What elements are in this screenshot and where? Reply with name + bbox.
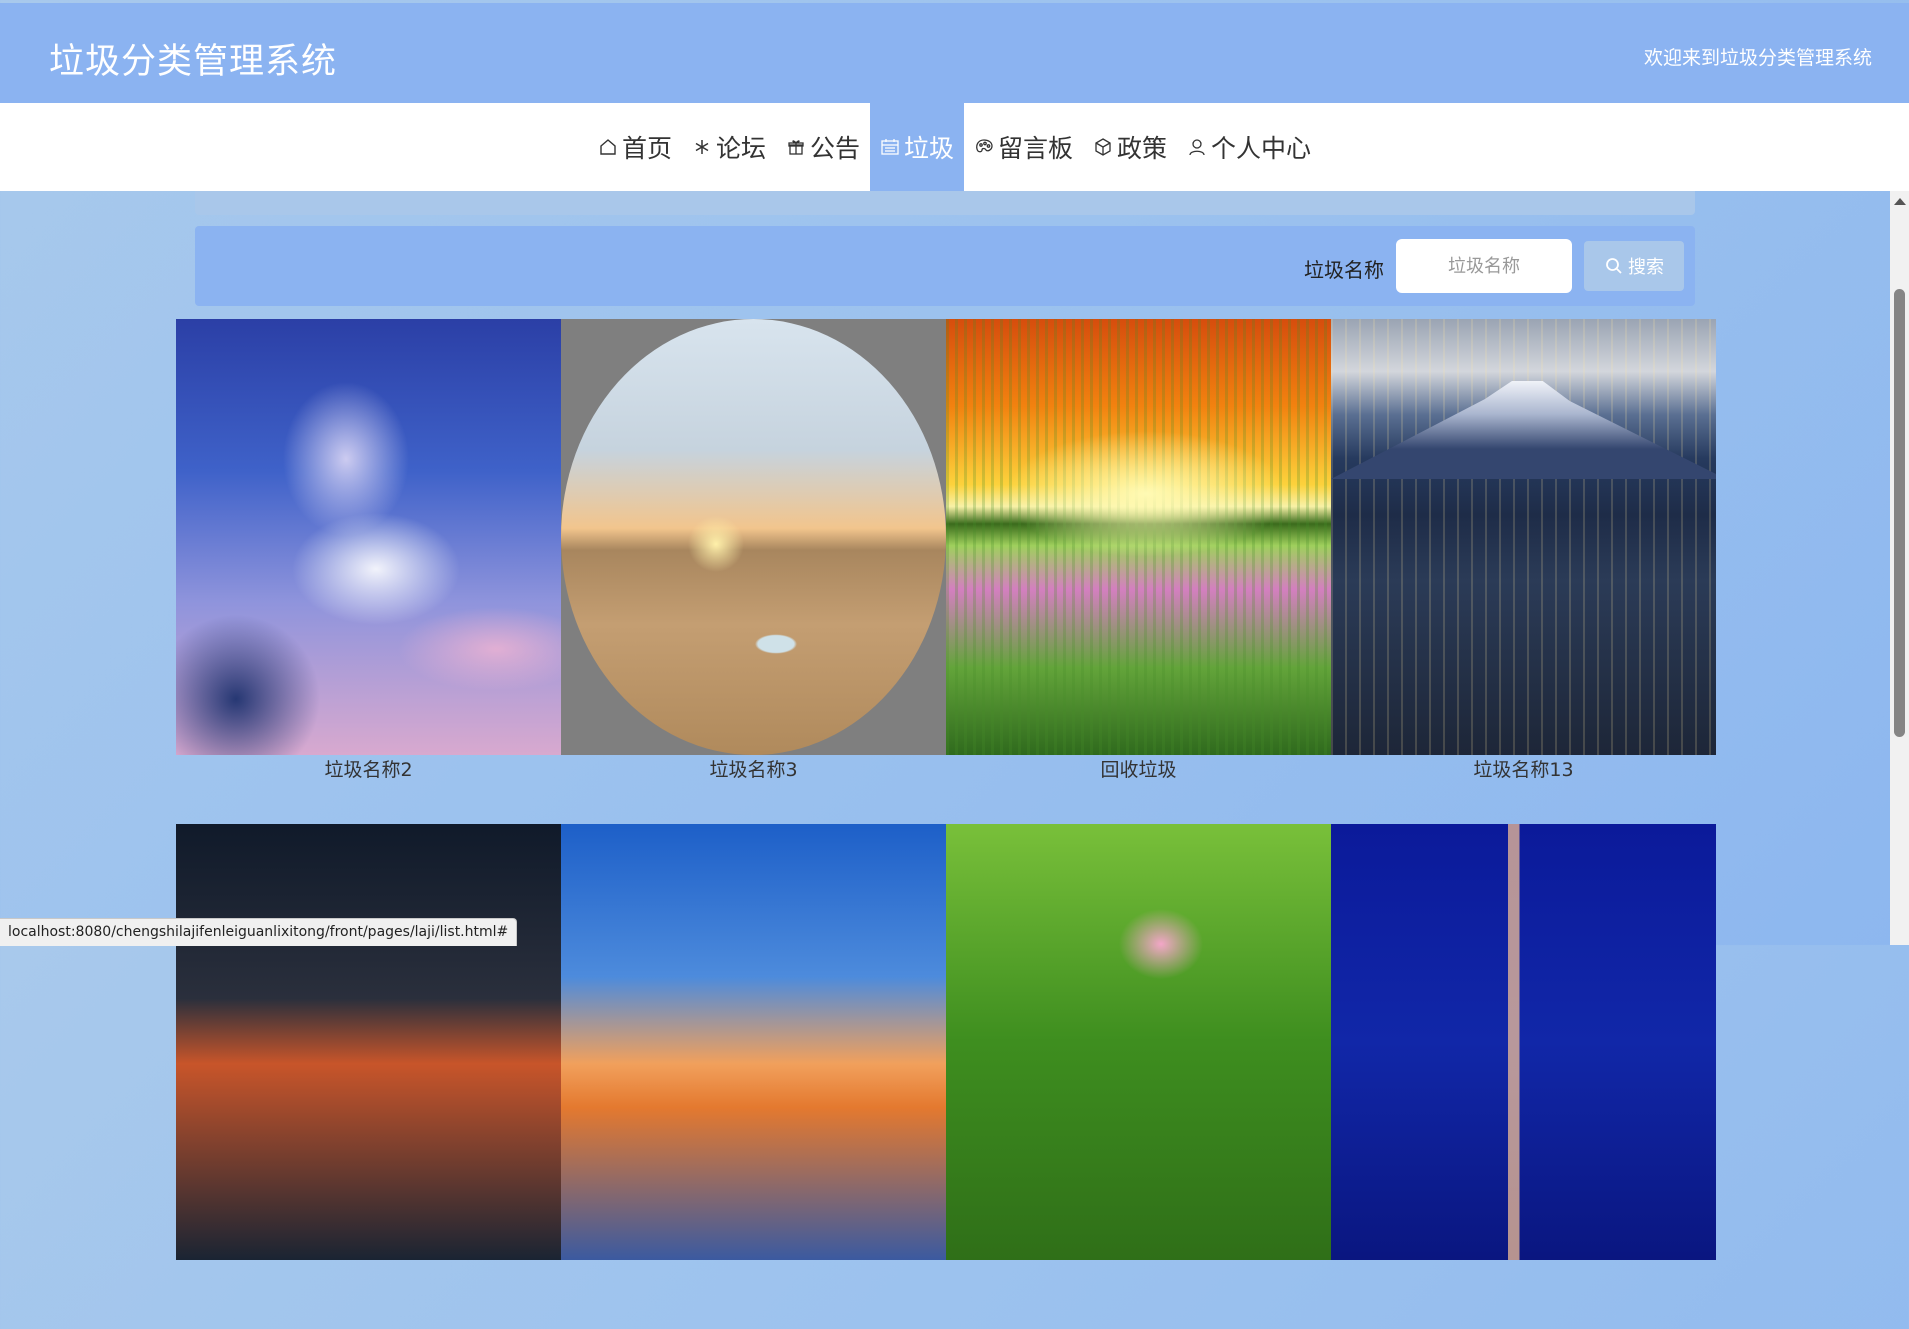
scrollbar-thumb[interactable] (1894, 289, 1905, 737)
search-button-label: 搜索 (1628, 257, 1664, 278)
garbage-name: 垃圾名称2 (324, 759, 413, 781)
garbage-name: 垃圾名称13 (1473, 759, 1574, 781)
search-icon (1606, 258, 1622, 274)
calendar-icon (880, 137, 900, 157)
garbage-image[interactable] (946, 824, 1331, 1260)
vertical-scrollbar[interactable] (1890, 191, 1909, 945)
nav-item-label: 政策 (1117, 134, 1168, 163)
search-label: 垃圾名称 (1304, 258, 1384, 282)
nav-item-label: 首页 (621, 134, 672, 163)
garbage-card[interactable] (1331, 824, 1716, 1329)
welcome-text: 欢迎来到垃圾分类管理系统 (1643, 47, 1872, 69)
garbage-card[interactable]: 回收垃圾 (946, 319, 1331, 824)
status-url: localhost:8080/chengshilajifenleiguanlix… (0, 918, 518, 946)
garbage-image[interactable] (1331, 824, 1716, 1260)
nav-item-home[interactable]: 首页 (588, 103, 682, 191)
nav-item-announcement[interactable]: 公告 (776, 103, 870, 191)
garbage-name: 回收垃圾 (1100, 759, 1177, 781)
main-nav: 首页 论坛 公告 垃圾 留言板 政策 个人中心 (0, 103, 1909, 191)
nav-item-label: 个人中心 (1211, 134, 1312, 163)
garbage-image[interactable] (561, 319, 946, 755)
nav-item-label: 垃圾 (903, 134, 954, 163)
snowflake-icon (692, 137, 712, 157)
garbage-card[interactable]: 垃圾名称13 (1331, 319, 1716, 824)
nav-item-personal-center[interactable]: 个人中心 (1177, 103, 1321, 191)
home-icon (598, 137, 618, 157)
gift-icon (786, 137, 806, 157)
nav-item-label: 公告 (809, 134, 860, 163)
garbage-card[interactable] (561, 824, 946, 1329)
site-title: 垃圾分类管理系统 (49, 42, 338, 82)
garbage-image[interactable] (1331, 319, 1716, 755)
garbage-card[interactable]: 垃圾名称2 (176, 319, 561, 824)
banner-strip (195, 191, 1695, 215)
scroll-up-arrow-icon[interactable] (1894, 198, 1906, 205)
nav-item-label: 论坛 (715, 134, 766, 163)
search-input[interactable] (1396, 239, 1572, 293)
search-bar: 垃圾名称 搜索 (195, 226, 1695, 306)
nav-item-message-board[interactable]: 留言板 (964, 103, 1083, 191)
box-icon (1093, 137, 1113, 157)
nav-item-label: 留言板 (998, 134, 1074, 163)
garbage-image[interactable] (946, 319, 1331, 755)
garbage-card[interactable] (176, 824, 561, 1329)
search-button[interactable]: 搜索 (1584, 241, 1684, 291)
nav-item-garbage[interactable]: 垃圾 (869, 103, 964, 191)
garbage-name: 垃圾名称3 (709, 759, 798, 781)
header: 垃圾分类管理系统 欢迎来到垃圾分类管理系统 (0, 3, 1909, 103)
nav-item-policy[interactable]: 政策 (1083, 103, 1177, 191)
garbage-image[interactable] (176, 319, 561, 755)
user-icon (1187, 137, 1207, 157)
garbage-image[interactable] (176, 824, 561, 1260)
nav-item-forum[interactable]: 论坛 (682, 103, 776, 191)
garbage-image[interactable] (561, 824, 946, 1260)
garbage-card[interactable]: 垃圾名称3 (561, 319, 946, 824)
garbage-card[interactable] (946, 824, 1331, 1329)
palette-icon (974, 137, 994, 157)
garbage-grid: 垃圾名称2 垃圾名称3 回收垃圾 垃圾名称13 (176, 319, 1716, 1329)
